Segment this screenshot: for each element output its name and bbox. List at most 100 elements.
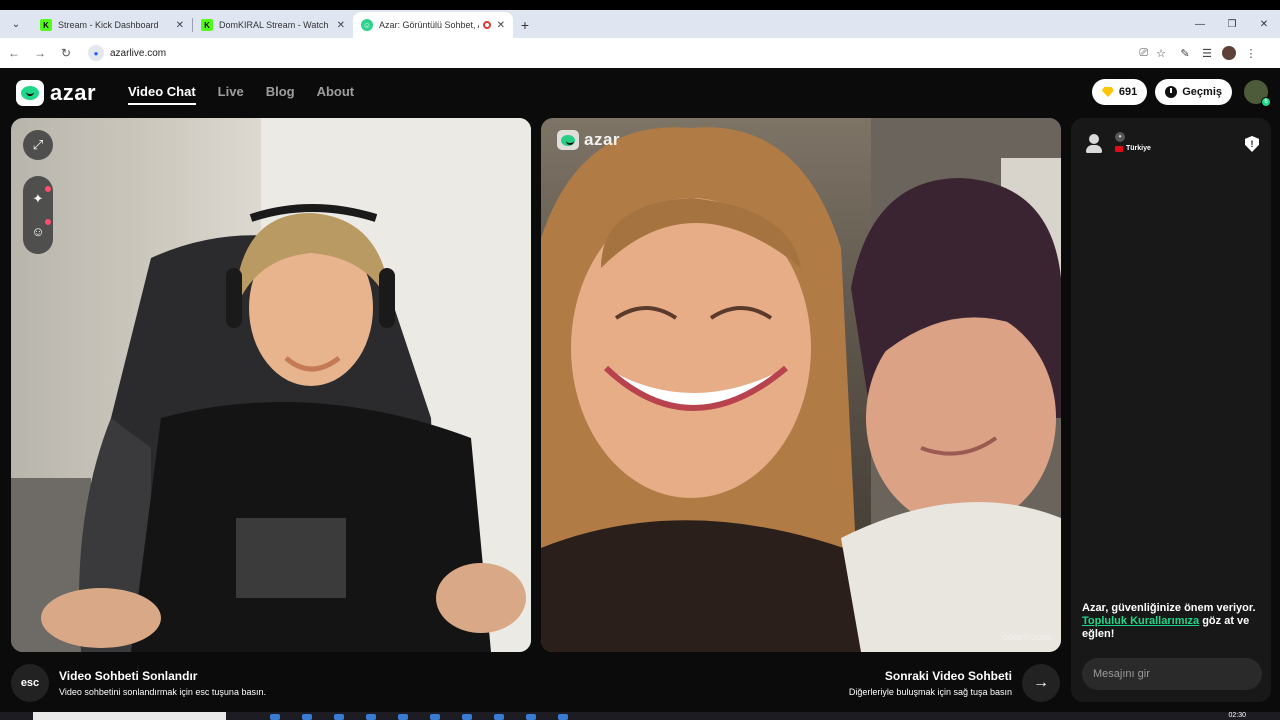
safety-notice: Azar, güvenliğinize önem veriyor. Toplul…	[1082, 602, 1262, 641]
reload-icon[interactable]: ↻	[54, 41, 78, 65]
url-text: azarlive.com	[110, 47, 167, 59]
back-arrow-icon[interactable]: ←	[2, 41, 26, 65]
community-guidelines-link[interactable]: Topluluk Kurallarımıza	[1082, 615, 1199, 627]
video-small-watermark: ÖĞRETİ ÜDEN	[1002, 635, 1051, 642]
next-chat-subtitle: Diğerleriyle buluşmak için sağ tuşa bası…	[848, 687, 1012, 697]
history-label: Geçmiş	[1182, 86, 1222, 98]
collapse-icon: ⤢	[32, 137, 44, 152]
omnibox-actions: ⎚ ☆	[1139, 47, 1166, 60]
taskbar-app-icon[interactable]	[462, 714, 472, 720]
azar-logo-icon	[557, 130, 579, 150]
notification-dot	[45, 185, 51, 192]
gems-button[interactable]: 691	[1091, 79, 1148, 105]
browser-tab-1[interactable]: K Stream - Kick Dashboard ✕	[32, 12, 192, 38]
remote-video-scene	[541, 118, 1061, 652]
tab-search-chevron-icon[interactable]: ⌄	[4, 12, 28, 36]
clock-icon	[1165, 86, 1178, 98]
taskbar-app-icon[interactable]	[430, 714, 440, 720]
remote-video: azar ÖĞRETİ ÜDEN	[541, 118, 1061, 652]
nav-video-chat[interactable]: Video Chat	[128, 84, 196, 105]
media-controls-icon[interactable]: ☰	[1196, 42, 1218, 64]
esc-key-button[interactable]: esc	[11, 664, 49, 702]
peer-details: ● Türkiye	[1115, 132, 1151, 152]
extensions-icon[interactable]: ✎	[1174, 42, 1196, 64]
taskbar-clock: 02:30	[1228, 712, 1246, 719]
window-controls: — ❐ ✕	[1184, 10, 1280, 38]
taskbar-app-icon[interactable]	[302, 714, 312, 720]
site-info-icon[interactable]: ●	[88, 45, 104, 61]
face-filter-button[interactable]: ☺	[29, 218, 51, 241]
os-taskbar: 02:30	[0, 712, 1280, 720]
taskbar-app-icon[interactable]	[366, 714, 376, 720]
azar-site: azar Video Chat Live Blog About 691 Geçm…	[0, 68, 1280, 712]
arrow-right-icon: →	[1033, 674, 1049, 691]
turkey-flag-icon	[1115, 145, 1123, 152]
kebab-menu-icon[interactable]: ⋮	[1240, 42, 1262, 64]
url-bar[interactable]: ● azarlive.com ⎚ ☆	[84, 42, 1174, 64]
peer-status-icon: ●	[1115, 132, 1125, 142]
browser-tab-strip: ⌄ K Stream - Kick Dashboard ✕ K DomKIRAL…	[0, 10, 1280, 38]
user-avatar[interactable]: 6	[1244, 80, 1271, 107]
browser-address-bar: ← → ↻ ● azarlive.com ⎚ ☆ ✎ ☰ ⋮	[0, 38, 1280, 68]
effects-button[interactable]: ✦	[29, 185, 51, 208]
kick-icon: K	[40, 19, 52, 31]
kick-icon: K	[201, 19, 213, 31]
nav-about[interactable]: About	[317, 84, 355, 105]
window-close-icon[interactable]: ✕	[1248, 10, 1280, 38]
next-chat-hint: Sonraki Video Sohbeti Diğerleriyle buluş…	[849, 664, 1060, 702]
forward-arrow-icon[interactable]: →	[28, 41, 52, 65]
browser-tab-2[interactable]: K DomKIRAL Stream - Watch Live ✕	[193, 12, 353, 38]
profile-avatar-icon[interactable]	[1222, 46, 1236, 60]
report-shield-icon[interactable]: !	[1245, 136, 1259, 152]
fullscreen-toggle-button[interactable]: ⤢	[23, 130, 53, 160]
header-actions: 691 Geçmiş 6	[1091, 79, 1271, 107]
watermark-text: azar	[584, 130, 621, 149]
azar-logo[interactable]: azar	[16, 80, 96, 106]
safety-text: Azar, güvenliğinize önem veriyor.	[1082, 602, 1256, 614]
site-header: azar Video Chat Live Blog About 691 Geçm…	[0, 68, 1280, 118]
tab-title: Azar: Görüntülü Sohbet, Art	[379, 20, 479, 30]
azar-icon: ☺	[361, 19, 373, 31]
taskbar-app-icon[interactable]	[526, 714, 536, 720]
azar-watermark: azar	[557, 130, 620, 150]
smiley-icon: ☺	[31, 224, 45, 239]
next-chat-title: Sonraki Video Sohbeti	[884, 669, 1012, 683]
peer-info[interactable]: ● Türkiye	[1083, 132, 1151, 154]
taskbar-app-icon[interactable]	[334, 714, 344, 720]
taskbar-preview[interactable]	[33, 712, 226, 720]
gem-icon	[1101, 87, 1114, 97]
azar-logo-icon	[16, 80, 44, 106]
peer-country-label: Türkiye	[1126, 145, 1151, 152]
browser-tab-3[interactable]: ☺ Azar: Görüntülü Sohbet, Art ✕	[353, 12, 513, 38]
end-chat-text: Video Sohbeti Sonlandır Video sohbetini …	[59, 669, 266, 697]
taskbar-apps	[270, 714, 568, 720]
next-chat-text: Sonraki Video Sohbeti Diğerleriyle buluş…	[849, 669, 1012, 697]
taskbar-app-icon[interactable]	[398, 714, 408, 720]
taskbar-app-icon[interactable]	[494, 714, 504, 720]
taskbar-app-icon[interactable]	[558, 714, 568, 720]
main-nav: Video Chat Live Blog About	[128, 84, 354, 105]
taskbar-app-icon[interactable]	[270, 714, 280, 720]
user-level-badge: 6	[1261, 97, 1271, 107]
peer-country: Türkiye	[1115, 145, 1151, 152]
next-chat-button[interactable]: →	[1022, 664, 1060, 702]
end-chat-hint: esc Video Sohbeti Sonlandır Video sohbet…	[11, 664, 266, 702]
logo-text: azar	[50, 80, 97, 105]
nav-blog[interactable]: Blog	[266, 84, 295, 105]
end-chat-subtitle: Video sohbetini sonlandırmak için esc tu…	[59, 687, 266, 697]
install-app-icon[interactable]: ⎚	[1139, 47, 1148, 60]
tab-title: DomKIRAL Stream - Watch Live	[219, 20, 331, 30]
tab-title: Stream - Kick Dashboard	[58, 20, 159, 30]
bookmark-star-icon[interactable]: ☆	[1156, 47, 1166, 60]
minimize-icon[interactable]: —	[1184, 10, 1216, 38]
history-button[interactable]: Geçmiş	[1155, 79, 1232, 105]
close-icon[interactable]: ✕	[497, 20, 505, 31]
close-icon[interactable]: ✕	[337, 20, 345, 31]
restore-icon[interactable]: ❐	[1216, 10, 1248, 38]
close-icon[interactable]: ✕	[176, 20, 184, 31]
end-chat-title: Video Sohbeti Sonlandır	[59, 669, 198, 683]
message-input[interactable]	[1082, 658, 1262, 690]
sparkle-icon: ✦	[32, 190, 44, 206]
new-tab-button[interactable]: +	[513, 13, 537, 37]
nav-live[interactable]: Live	[218, 84, 244, 105]
